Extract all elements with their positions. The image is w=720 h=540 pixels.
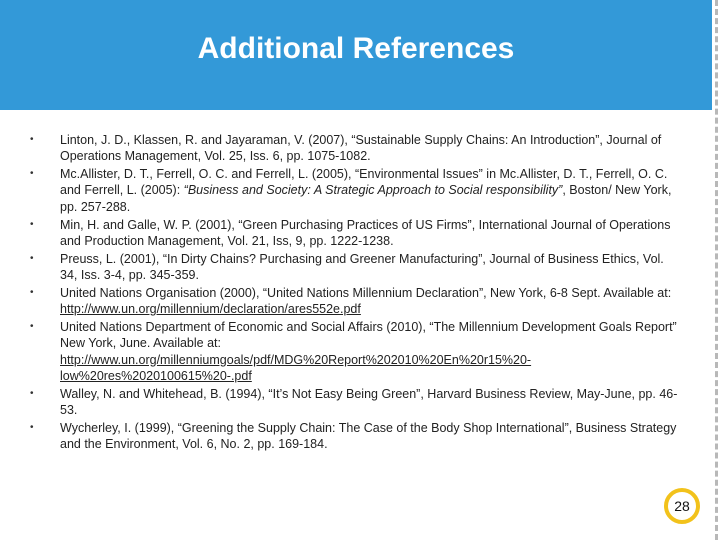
reference-item: • Walley, N. and Whitehead, B. (1994), “… <box>30 386 680 418</box>
bullet-icon: • <box>30 321 34 333</box>
bullet-icon: • <box>30 287 34 299</box>
reference-item: • Min, H. and Galle, W. P. (2001), “Gree… <box>30 217 680 249</box>
reference-item: • United Nations Organisation (2000), “U… <box>30 285 680 317</box>
reference-link[interactable]: http://www.un.org/millennium/declaration… <box>60 302 361 316</box>
bullet-icon: • <box>30 387 34 399</box>
reference-text: Min, H. and Galle, W. P. (2001), “Green … <box>60 217 671 248</box>
reference-text: United Nations Organisation (2000), “Uni… <box>60 286 672 301</box>
slide-title: Additional References <box>197 32 515 65</box>
reference-item: • Wycherley, I. (1999), “Greening the Su… <box>30 420 680 452</box>
reference-text: Walley, N. and Whitehead, B. (1994), “It… <box>60 386 678 418</box>
reference-item: • Mc.Allister, D. T., Ferrell, O. C. and… <box>30 166 680 215</box>
reference-text: United Nations Department of Economic an… <box>60 320 677 351</box>
bullet-icon: • <box>30 422 34 434</box>
bullet-icon: • <box>30 218 34 230</box>
reference-item: • Preuss, L. (2001), “In Dirty Chains? P… <box>30 251 680 283</box>
slide: Additional References • Linton, J. D., K… <box>0 0 720 540</box>
reference-book-title: “Business and Society: A Strategic Appro… <box>183 183 563 198</box>
reference-item: • Linton, J. D., Klassen, R. and Jayaram… <box>30 132 680 164</box>
reference-list: • Linton, J. D., Klassen, R. and Jayaram… <box>30 132 680 454</box>
bullet-icon: • <box>30 168 34 180</box>
reference-text: Wycherley, I. (1999), “Greening the Supp… <box>60 421 677 452</box>
reference-text: Preuss, L. (2001), “In Dirty Chains? Pur… <box>60 251 664 283</box>
bullet-icon: • <box>30 134 34 145</box>
reference-item: • United Nations Department of Economic … <box>30 319 680 384</box>
dashed-border <box>715 0 718 540</box>
reference-text: Linton, J. D., Klassen, R. and Jayaraman… <box>60 133 662 164</box>
title-banner: Additional References <box>0 0 712 110</box>
bullet-icon: • <box>30 252 34 264</box>
page-number-badge: 28 <box>664 488 700 524</box>
reference-link[interactable]: http://www.un.org/millenniumgoals/pdf/MD… <box>60 353 531 383</box>
